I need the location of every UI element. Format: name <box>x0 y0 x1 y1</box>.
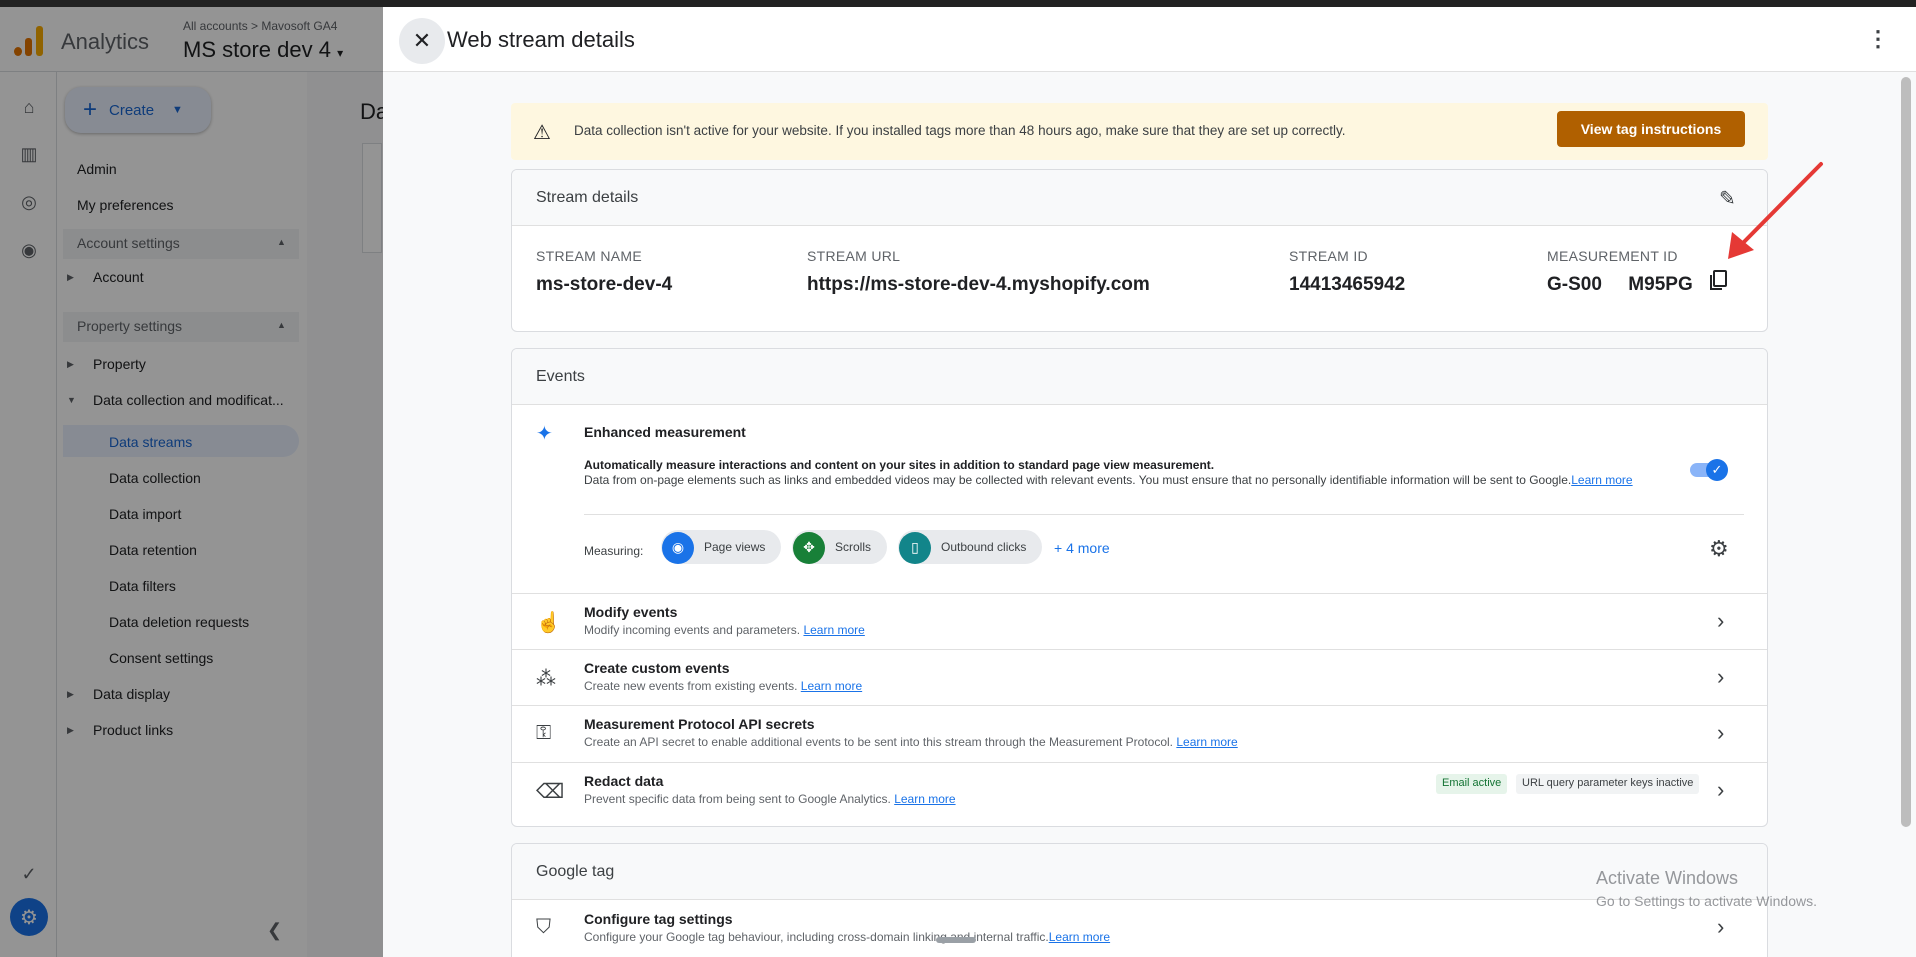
row-sub-text: Configure your Google tag behaviour, inc… <box>584 930 1049 944</box>
measurement-id-block: MEASUREMENT ID G-S00 M95PG <box>1547 248 1693 296</box>
google-tag-title: Google tag <box>536 863 615 880</box>
configure-tag-settings-subtitle: Configure your Google tag behaviour, inc… <box>584 930 1110 944</box>
stream-details-card: Stream details ✎ STREAM NAME ms-store-de… <box>511 169 1768 332</box>
stream-details-title: Stream details <box>536 189 639 206</box>
scroll-icon: ✥ <box>793 531 825 564</box>
enhanced-measurement-description: Automatically measure interactions and c… <box>584 458 1664 488</box>
stream-url-label: STREAM URL <box>807 248 901 264</box>
learn-more-link[interactable]: Learn more <box>801 679 862 693</box>
events-header: Events <box>512 349 1767 405</box>
measurement-id-value: G-S00 M95PG <box>1547 274 1693 295</box>
chip-label: Outbound clicks <box>941 540 1027 554</box>
chip-page-views: ◉ Page views <box>661 530 782 564</box>
google-tag-header: Google tag <box>512 844 1767 900</box>
divider <box>584 514 1744 515</box>
measurement-protocol-subtitle: Create an API secret to enable additiona… <box>584 735 1238 749</box>
stream-id-label: STREAM ID <box>1289 248 1368 264</box>
events-title: Events <box>536 368 585 385</box>
configure-tag-settings-title: Configure tag settings <box>584 911 733 927</box>
more-vert-icon[interactable]: ⋮ <box>1866 25 1890 53</box>
row-sub-text: Modify incoming events and parameters. <box>584 623 801 637</box>
chevron-right-icon: › <box>1717 720 1725 745</box>
modify-events-title: Modify events <box>584 604 678 620</box>
redact-data-subtitle: Prevent specific data from being sent to… <box>584 792 956 806</box>
chip-label: Scrolls <box>835 540 872 554</box>
enhanced-measurement-section: ✦ Enhanced measurement Automatically mea… <box>512 405 1767 593</box>
learn-more-link[interactable]: Learn more <box>803 623 864 637</box>
view-tag-instructions-button[interactable]: View tag instructions <box>1557 111 1745 147</box>
configure-tag-settings-row[interactable]: ⛉ Configure tag settings Configure your … <box>512 900 1767 957</box>
row-sub-text: Create an API secret to enable additiona… <box>584 735 1174 749</box>
learn-more-link[interactable]: Learn more <box>894 792 955 806</box>
check-icon: ✓ <box>1706 459 1728 481</box>
warning-icon: ⚠ <box>533 122 551 144</box>
activate-windows-title: Activate Windows <box>1596 868 1739 888</box>
email-status-badge: Email active <box>1436 774 1508 794</box>
activate-windows-subtitle: Go to Settings to activate Windows. <box>1596 893 1817 909</box>
events-card: Events ✦ Enhanced measurement Automatica… <box>511 348 1768 827</box>
key-icon: ⚿ <box>536 722 552 744</box>
chip-outbound-clicks: ▯ Outbound clicks <box>898 530 1043 564</box>
close-button[interactable]: ✕ <box>399 18 445 64</box>
chevron-right-icon: › <box>1717 664 1725 689</box>
create-custom-events-title: Create custom events <box>584 660 730 676</box>
drag-handle[interactable] <box>936 937 976 943</box>
learn-more-link[interactable]: Learn more <box>1176 735 1237 749</box>
stream-url-block: STREAM URL https://ms-store-dev-4.myshop… <box>807 248 1150 296</box>
copy-icon[interactable] <box>1707 268 1731 292</box>
eye-icon: ◉ <box>662 531 694 564</box>
mouse-icon: ▯ <box>899 531 931 564</box>
stream-details-header: Stream details ✎ <box>512 170 1767 226</box>
chevron-right-icon: › <box>1717 914 1725 939</box>
measuring-label: Measuring: <box>584 544 644 558</box>
em-desc-line1: Automatically measure interactions and c… <box>584 458 1215 472</box>
data-collection-alert: ⚠ Data collection isn't active for your … <box>511 103 1768 160</box>
stream-name-block: STREAM NAME ms-store-dev-4 <box>536 248 672 296</box>
em-desc-line2: Data from on-page elements such as links… <box>584 473 1572 487</box>
close-icon: ✕ <box>412 28 432 53</box>
stream-id-block: STREAM ID 14413465942 <box>1289 248 1405 296</box>
stream-name-value: ms-store-dev-4 <box>536 274 673 295</box>
learn-more-link[interactable]: Learn more <box>1049 930 1110 944</box>
row-sub-text: Create new events from existing events. <box>584 679 798 693</box>
measurement-protocol-row[interactable]: ⚿ Measurement Protocol API secrets Creat… <box>512 705 1767 762</box>
url-param-status-badge: URL query parameter keys inactive <box>1516 774 1700 794</box>
create-custom-events-subtitle: Create new events from existing events. … <box>584 679 862 693</box>
web-stream-details-dialog: ✕ Web stream details ⋮ ⚠ Data collection… <box>383 7 1916 957</box>
enhanced-measurement-toggle[interactable]: ✓ <box>1690 457 1728 481</box>
dialog-title: Web stream details <box>447 27 635 52</box>
measurement-protocol-title: Measurement Protocol API secrets <box>584 716 815 732</box>
chevron-right-icon: › <box>1717 608 1725 633</box>
row-sub-text: Prevent specific data from being sent to… <box>584 792 891 806</box>
annotation-arrow-icon <box>1728 162 1823 259</box>
dialog-scrollbar[interactable] <box>1901 77 1911 827</box>
create-custom-events-row[interactable]: ⁂ Create custom events Create new events… <box>512 649 1767 705</box>
redact-data-title: Redact data <box>584 773 664 789</box>
modify-events-subtitle: Modify incoming events and parameters. L… <box>584 623 865 637</box>
stream-id-value: 14413465942 <box>1289 274 1406 295</box>
dialog-header: ✕ Web stream details ⋮ <box>383 7 1916 72</box>
eraser-icon: ⌫ <box>536 781 565 803</box>
enhanced-measurement-title: Enhanced measurement <box>584 424 746 440</box>
stream-name-label: STREAM NAME <box>536 248 642 264</box>
more-measurements-link[interactable]: + 4 more <box>1054 540 1110 556</box>
google-tag-card: Google tag ⛉ Configure tag settings Conf… <box>511 843 1768 957</box>
em-learn-more-link[interactable]: Learn more <box>1571 473 1632 487</box>
redact-data-row[interactable]: ⌫ Redact data Prevent specific data from… <box>512 762 1767 826</box>
touch-icon: ☝ <box>536 612 561 634</box>
alert-text: Data collection isn't active for your we… <box>574 123 1346 138</box>
measurement-id-label: MEASUREMENT ID <box>1547 248 1678 264</box>
chevron-right-icon: › <box>1717 777 1725 802</box>
sparkle-icon: ✦ <box>536 423 553 445</box>
chip-label: Page views <box>704 540 766 554</box>
stream-url-value: https://ms-store-dev-4.myshopify.com <box>807 274 1150 295</box>
click-sparkle-icon: ⁂ <box>536 668 556 690</box>
gear-icon[interactable]: ⚙ <box>1709 536 1729 562</box>
modify-events-row[interactable]: ☝ Modify events Modify incoming events a… <box>512 593 1767 649</box>
tag-icon: ⛉ <box>536 916 551 938</box>
chip-scrolls: ✥ Scrolls <box>792 530 888 564</box>
